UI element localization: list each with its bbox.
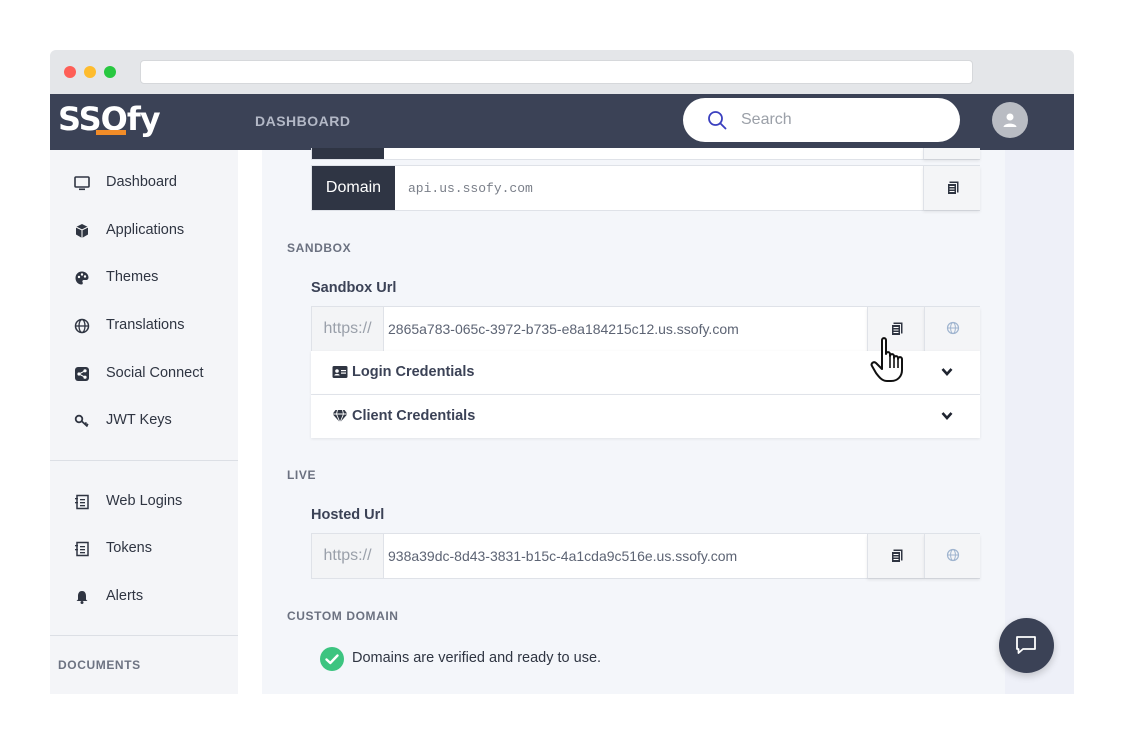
sidebar-item-translations[interactable]: Translations — [50, 308, 238, 344]
sidebar-item-applications[interactable]: Applications — [50, 213, 238, 249]
documents-section-title: DOCUMENTS — [58, 658, 141, 672]
chevron-down-icon — [941, 412, 953, 420]
sidebar-item-web-logins[interactable]: Web Logins — [50, 484, 238, 520]
browser-window: SSOfy DASHBOARD Dashboard Applications — [50, 50, 1074, 694]
diamond-icon — [332, 409, 348, 423]
id-card-icon — [332, 366, 348, 378]
chat-button[interactable] — [999, 618, 1054, 673]
address-bar[interactable] — [140, 60, 973, 84]
copy-icon — [891, 322, 903, 336]
domain-field: Domain api.us.ssofy.com — [311, 165, 980, 211]
copy-icon — [947, 181, 959, 195]
top-header: SSOfy DASHBOARD — [50, 94, 1074, 150]
previous-field — [311, 148, 980, 160]
nav-dashboard-link[interactable]: DASHBOARD — [255, 113, 351, 129]
sidebar-item-label: JWT Keys — [106, 412, 172, 428]
domain-value[interactable]: api.us.ssofy.com — [408, 181, 533, 196]
right-gutter — [1005, 150, 1074, 694]
sidebar-item-label: Themes — [106, 269, 159, 285]
sidebar-item-label: Social Connect — [106, 365, 204, 381]
minimize-window-button[interactable] — [84, 66, 96, 78]
hosted-url-value[interactable]: 938a39dc-8d43-3831-b15c-4a1cda9c516e.us.… — [388, 548, 737, 564]
sidebar-item-dashboard[interactable]: Dashboard — [50, 165, 238, 201]
hosted-url-field: https:// 938a39dc-8d43-3831-b15c-4a1cda9… — [311, 533, 980, 579]
globe-icon — [946, 321, 960, 335]
maximize-window-button[interactable] — [104, 66, 116, 78]
hand-cursor-icon — [870, 337, 903, 382]
hosted-url-prefix: https:// — [312, 534, 384, 578]
copy-icon — [891, 549, 903, 563]
accordion-client-credentials[interactable]: Client Credentials — [311, 395, 980, 438]
chevron-down-icon — [941, 368, 953, 376]
sidebar-item-label: Applications — [106, 222, 185, 238]
globe-icon — [946, 548, 960, 562]
domain-tag: Domain — [312, 166, 395, 210]
domain-status-text: Domains are verified and ready to use. — [352, 650, 602, 666]
browser-chrome — [50, 50, 1074, 94]
accordion-label: Client Credentials — [352, 408, 476, 424]
sidebar-item-tokens[interactable]: Tokens — [50, 531, 238, 567]
custom-domain-section-title: CUSTOM DOMAIN — [287, 609, 399, 623]
previous-copy-button[interactable] — [923, 148, 980, 159]
search-box[interactable] — [683, 98, 960, 142]
sidebar-item-label: Tokens — [106, 540, 152, 556]
list-icon — [75, 494, 89, 510]
list-icon — [75, 541, 89, 557]
logo-accent — [96, 130, 126, 135]
live-section-title: LIVE — [287, 468, 317, 482]
sidebar-divider — [50, 635, 238, 636]
sidebar: Dashboard Applications Themes Translatio… — [50, 150, 238, 694]
sandbox-section-title: SANDBOX — [287, 241, 352, 255]
sidebar-item-label: Dashboard — [106, 174, 177, 190]
search-input[interactable] — [741, 109, 941, 131]
copy-domain-button[interactable] — [923, 166, 980, 210]
copy-hosted-url-button[interactable] — [867, 534, 924, 578]
palette-icon — [75, 271, 89, 285]
key-icon — [74, 414, 89, 428]
sidebar-item-label: Translations — [106, 317, 185, 333]
user-icon — [1003, 113, 1017, 127]
open-sandbox-url-button[interactable] — [924, 307, 980, 351]
sandbox-url-label: Sandbox Url — [311, 280, 397, 296]
sidebar-item-label: Web Logins — [106, 493, 183, 509]
sidebar-item-themes[interactable]: Themes — [50, 260, 238, 296]
open-hosted-url-button[interactable] — [924, 534, 980, 578]
check-circle-icon — [320, 647, 344, 671]
search-icon — [708, 111, 727, 130]
globe-icon — [74, 318, 90, 334]
sidebar-item-jwt-keys[interactable]: JWT Keys — [50, 403, 238, 439]
monitor-icon — [74, 176, 90, 191]
chat-icon — [1016, 636, 1036, 654]
sandbox-url-prefix: https:// — [312, 307, 384, 351]
hosted-url-label: Hosted Url — [311, 507, 385, 523]
sidebar-item-label: Alerts — [106, 588, 144, 604]
cube-icon — [75, 224, 89, 238]
close-window-button[interactable] — [64, 66, 76, 78]
sandbox-url-value[interactable]: 2865a783-065c-3972-b735-e8a184215c12.us.… — [388, 321, 739, 337]
user-avatar[interactable] — [992, 102, 1028, 138]
sidebar-item-alerts[interactable]: Alerts — [50, 579, 238, 615]
accordion-label: Login Credentials — [352, 364, 475, 380]
bell-icon — [76, 591, 88, 604]
sidebar-divider — [50, 460, 238, 461]
share-icon — [75, 367, 89, 381]
sidebar-item-social-connect[interactable]: Social Connect — [50, 356, 238, 392]
previous-field-tag — [312, 148, 384, 159]
